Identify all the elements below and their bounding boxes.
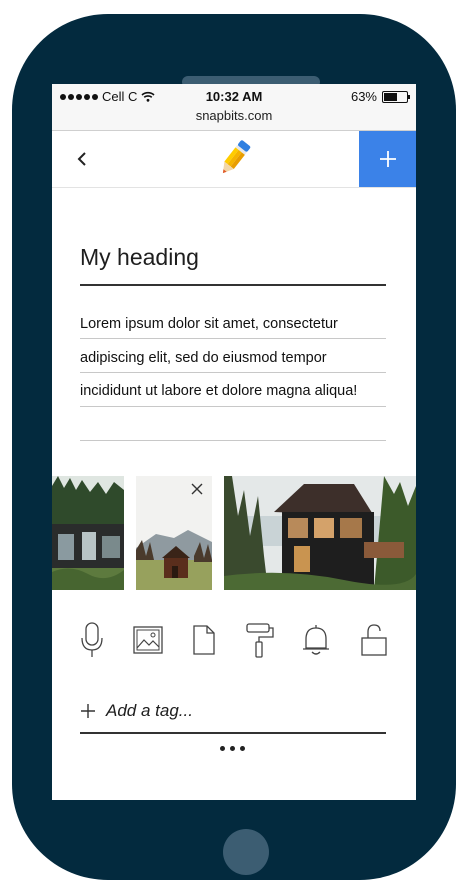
close-icon[interactable] [190,482,204,496]
document-icon[interactable] [188,622,220,658]
note-body-line[interactable]: adipiscing elit, sed do eiusmod tempor [80,350,386,366]
battery-status: 63% [350,89,410,104]
line-divider [80,440,386,441]
image-icon[interactable] [132,622,164,658]
line-divider [80,406,386,407]
tag-input[interactable]: Add a tag... [106,701,193,721]
tag-underline [80,732,386,734]
small-cabin-mountain-photo[interactable] [136,476,212,590]
more-options-icon[interactable] [220,746,245,751]
microphone-icon[interactable] [76,622,108,658]
pencil-logo-icon [222,140,251,174]
modern-cabin-photo[interactable] [52,476,124,590]
battery-icon [382,90,410,103]
note-body-line[interactable]: incididunt ut labore et dolore magna ali… [80,383,386,399]
plus-icon[interactable] [80,703,96,719]
nav-bar [52,131,416,188]
chevron-left-icon [77,152,86,166]
bell-icon[interactable] [300,622,332,658]
paint-roller-icon[interactable] [244,622,276,658]
note-body-line[interactable]: Lorem ipsum dolor sit amet, consectetur [80,316,386,332]
phone-screen: Cell C 10:32 AM 63% snapbits.com My head… [52,84,416,800]
waterfront-house-photo[interactable] [224,476,416,590]
unlock-icon[interactable] [358,622,390,658]
line-divider [80,372,386,373]
heading-underline [80,284,386,286]
status-bar: Cell C 10:32 AM 63% snapbits.com [52,84,416,131]
home-button[interactable] [223,829,269,875]
plus-icon [379,151,396,167]
add-button[interactable] [359,131,416,187]
line-divider [80,338,386,339]
note-heading[interactable]: My heading [80,244,386,271]
back-button[interactable] [68,145,96,173]
battery-percent: 63% [350,89,377,104]
url-bar[interactable]: snapbits.com [52,108,416,123]
